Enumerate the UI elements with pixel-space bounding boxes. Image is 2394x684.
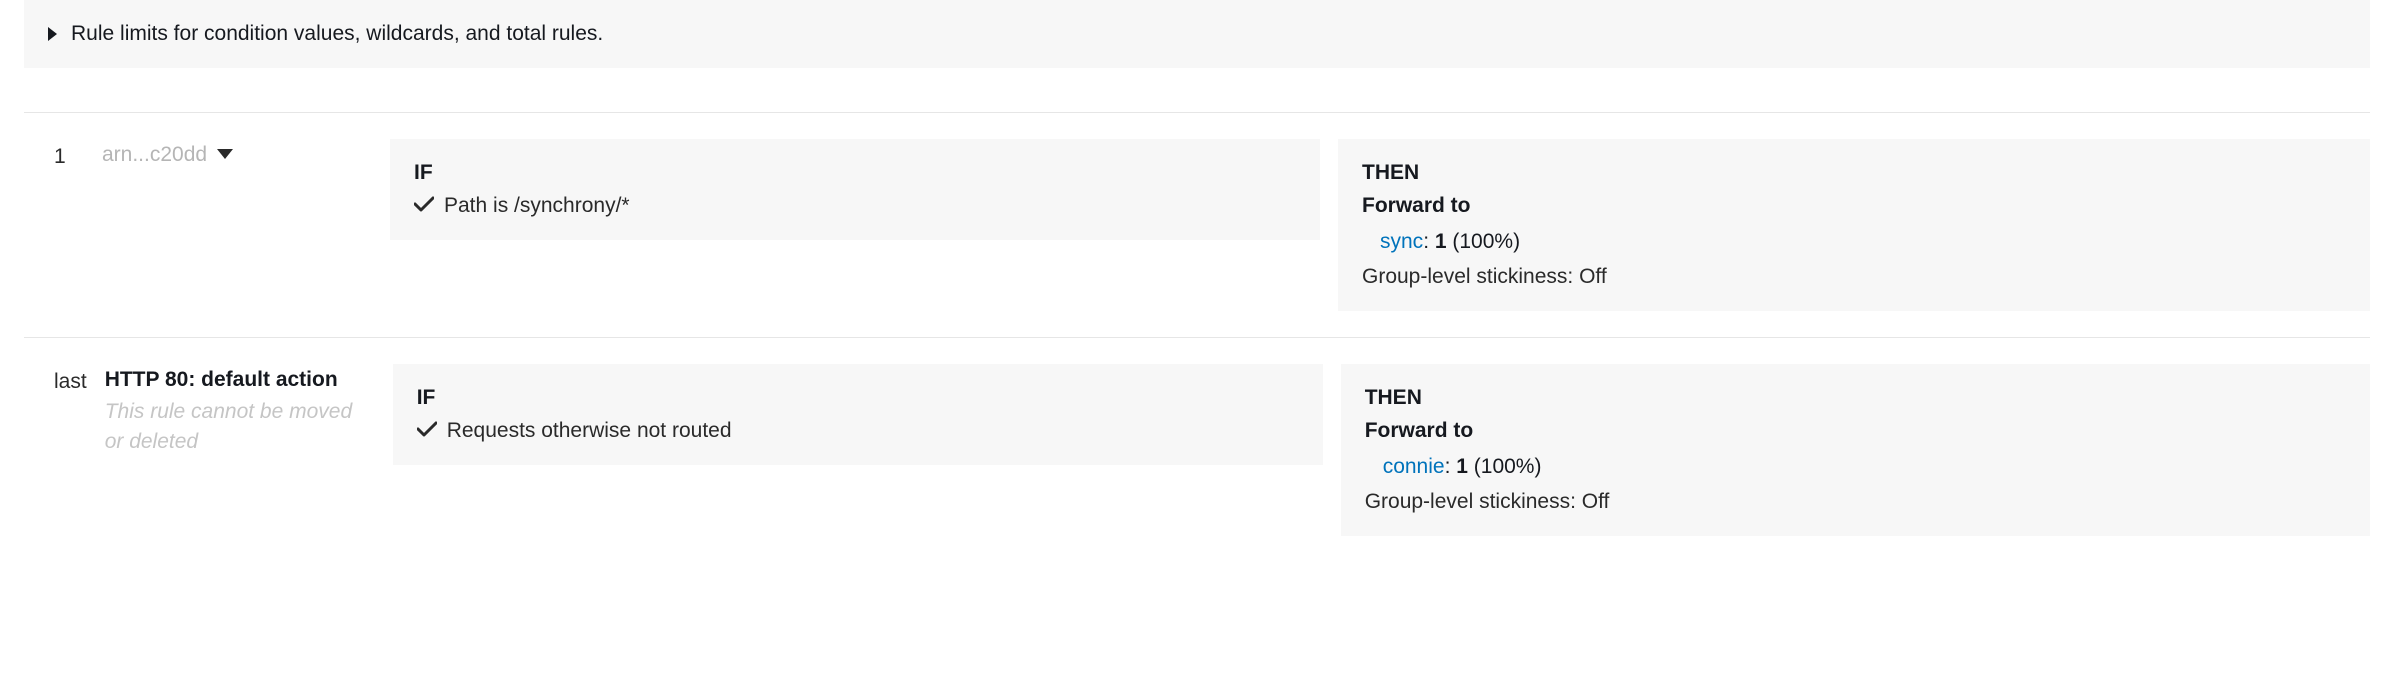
if-label: IF: [417, 382, 1299, 414]
target-link[interactable]: connie: [1383, 455, 1445, 478]
target-percent: 100%: [1459, 230, 1513, 253]
stickiness-value: Off: [1579, 265, 1607, 288]
rule-arn-text: arn...c20dd: [102, 139, 207, 171]
forward-to-label: Forward to: [1365, 415, 2346, 447]
stickiness: Group-level stickiness: Off: [1362, 259, 2346, 293]
target-weight: 1: [1435, 230, 1447, 253]
chevron-right-icon: [48, 27, 57, 41]
check-icon: [417, 416, 437, 446]
rule-arn-dropdown[interactable]: arn...c20dd: [102, 139, 233, 171]
target-weight: 1: [1456, 455, 1468, 478]
rule-action-panel: THEN Forward to connie: 1 (100%) Group-l…: [1341, 364, 2370, 536]
rule-row: last HTTP 80: default action This rule c…: [24, 338, 2370, 562]
then-label: THEN: [1365, 382, 2346, 414]
rule-condition-panel: IF Path is /synchrony/*: [390, 139, 1320, 240]
rule-condition-text: Requests otherwise not routed: [447, 415, 732, 447]
rule-note: This rule cannot be moved or deleted: [105, 397, 375, 458]
rule-priority: last: [24, 364, 87, 398]
forward-target: sync: 1 (100%): [1362, 224, 2346, 260]
check-icon: [414, 191, 434, 221]
rule-row: 1 arn...c20dd IF Path is /synchrony/* TH…: [24, 113, 2370, 338]
stickiness: Group-level stickiness: Off: [1365, 484, 2346, 518]
rule-action-panel: THEN Forward to sync: 1 (100%) Group-lev…: [1338, 139, 2370, 311]
forward-to-label: Forward to: [1362, 190, 2346, 222]
forward-target: connie: 1 (100%): [1365, 449, 2346, 485]
rule-condition-text: Path is /synchrony/*: [444, 190, 630, 222]
rule-condition-panel: IF Requests otherwise not routed: [393, 364, 1323, 465]
rule-limits-banner[interactable]: Rule limits for condition values, wildca…: [24, 0, 2370, 68]
target-percent: 100%: [1481, 455, 1535, 478]
banner-text: Rule limits for condition values, wildca…: [71, 18, 603, 50]
then-label: THEN: [1362, 157, 2346, 189]
if-label: IF: [414, 157, 1296, 189]
rule-condition: Path is /synchrony/*: [414, 190, 1296, 222]
rule-priority: 1: [24, 139, 84, 173]
rule-name: HTTP 80: default action: [105, 364, 375, 396]
caret-down-icon: [217, 149, 233, 159]
stickiness-value: Off: [1582, 490, 1610, 513]
rule-condition: Requests otherwise not routed: [417, 415, 1299, 447]
target-link[interactable]: sync: [1380, 230, 1423, 253]
